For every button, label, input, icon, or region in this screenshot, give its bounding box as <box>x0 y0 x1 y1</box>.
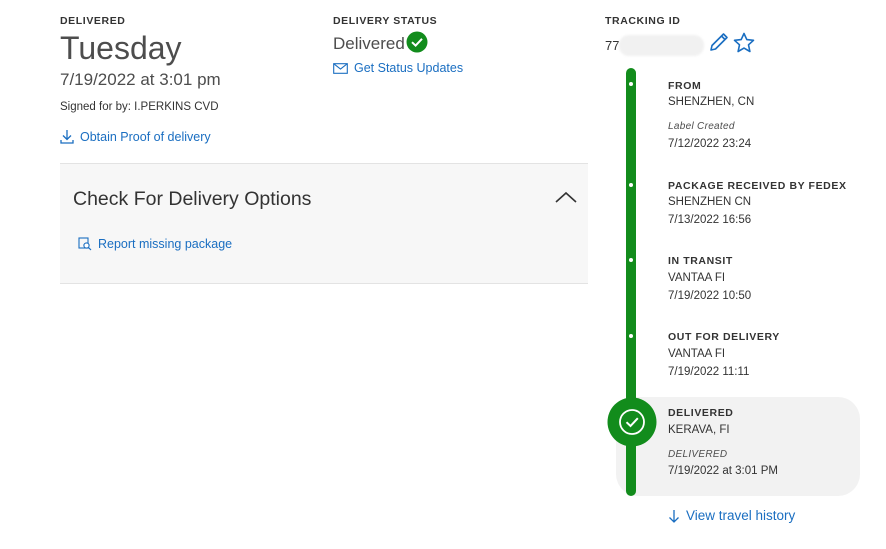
delivered-check-icon <box>607 397 657 447</box>
tracking-id-label: TRACKING ID <box>605 15 681 27</box>
event-location: SHENZHEN, CN <box>668 96 755 108</box>
event-time: 7/19/2022 11:11 <box>668 366 750 378</box>
timeline-dot <box>629 183 633 187</box>
event-title: PACKAGE RECEIVED BY FEDEX <box>668 180 847 192</box>
delivery-options-panel: Check For Delivery Options Report missin… <box>60 163 588 284</box>
pencil-icon[interactable] <box>707 32 731 54</box>
event-note: Label Created <box>668 121 735 132</box>
view-travel-history-label: View travel history <box>686 508 796 523</box>
event-title: OUT FOR DELIVERY <box>668 331 780 343</box>
delivery-options-title[interactable]: Check For Delivery Options <box>73 188 311 211</box>
chevron-up-icon[interactable] <box>554 190 578 204</box>
arrow-down-icon <box>668 509 680 523</box>
timeline-dot <box>629 82 633 86</box>
envelope-icon <box>333 62 348 74</box>
event-location: KERAVA, FI <box>668 424 730 436</box>
proof-of-delivery-label: Obtain Proof of delivery <box>80 129 211 144</box>
event-time: 7/12/2022 23:24 <box>668 138 752 150</box>
view-travel-history-link[interactable]: View travel history <box>668 508 795 523</box>
report-missing-package-label: Report missing package <box>98 237 233 251</box>
timeline-dot <box>629 258 633 262</box>
report-missing-package-link[interactable]: Report missing package <box>78 237 232 251</box>
event-title: IN TRANSIT <box>668 255 733 267</box>
event-title: DELIVERED <box>668 407 734 419</box>
search-package-icon <box>78 237 92 251</box>
delivered-label: DELIVERED <box>60 15 126 27</box>
event-time: 7/19/2022 10:50 <box>668 290 752 302</box>
event-location: SHENZHEN CN <box>668 196 752 208</box>
delivery-date-time: 7/19/2022 at 3:01 pm <box>60 70 221 89</box>
download-icon <box>60 129 74 144</box>
event-location: VANTAA FI <box>668 348 726 360</box>
tracking-id-value: 77 <box>605 38 620 53</box>
event-time: 7/19/2022 at 3:01 PM <box>668 465 778 477</box>
timeline-dot <box>629 334 633 338</box>
tracking-id-redaction <box>619 35 704 56</box>
star-icon[interactable] <box>733 32 755 54</box>
event-note: DELIVERED <box>668 449 728 460</box>
delivery-status-label: DELIVERY STATUS <box>333 15 438 27</box>
signed-for-text: Signed for by: I.PERKINS CVD <box>60 101 219 113</box>
proof-of-delivery-link[interactable]: Obtain Proof of delivery <box>60 129 211 144</box>
get-status-updates-label: Get Status Updates <box>354 61 464 75</box>
delivery-status-value: Delivered <box>333 34 405 53</box>
event-time: 7/13/2022 16:56 <box>668 214 752 226</box>
check-circle-icon <box>406 31 428 53</box>
get-status-updates-link[interactable]: Get Status Updates <box>333 61 463 75</box>
delivery-day: Tuesday <box>60 30 182 66</box>
event-location: VANTAA FI <box>668 272 726 284</box>
event-title: FROM <box>668 80 702 92</box>
